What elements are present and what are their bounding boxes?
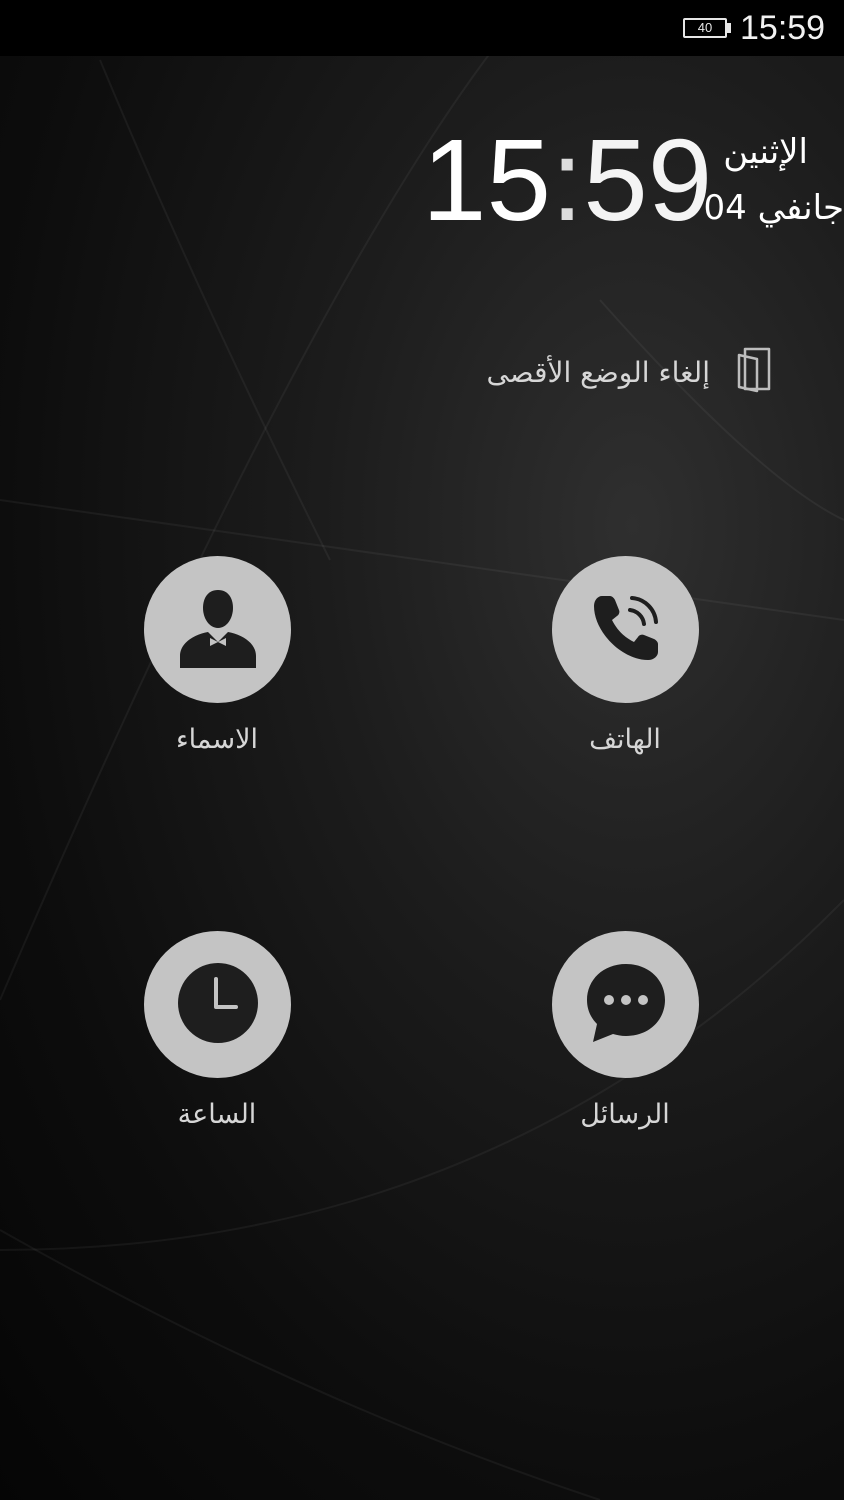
- app-phone[interactable]: الهاتف: [515, 556, 735, 776]
- app-contacts[interactable]: الاسماء: [107, 556, 327, 776]
- clock-hours: 15: [422, 115, 552, 245]
- app-clock[interactable]: الساعة: [107, 931, 327, 1151]
- contacts-button[interactable]: [144, 556, 291, 703]
- clock-separator: :: [551, 115, 584, 245]
- day-name: الإثنين: [723, 132, 808, 172]
- exit-ultra-mode-button[interactable]: إلغاء الوضع الأقصى: [486, 344, 772, 400]
- message-bubble-icon: [581, 958, 671, 1052]
- contact-person-icon: [176, 586, 260, 674]
- app-messages[interactable]: الرسائل: [515, 931, 735, 1151]
- app-label: الساعة: [177, 1099, 257, 1130]
- status-bar: 40 15:59: [0, 0, 844, 56]
- lock-screen: 40 15:59 15:59 الإثنين جانفي 04 إلغاء ال…: [0, 0, 844, 1500]
- lockscreen-clock: 15:59: [422, 120, 712, 240]
- date-day: 04: [703, 188, 747, 228]
- clock-icon: [176, 961, 260, 1049]
- battery-icon: 40: [683, 18, 727, 38]
- clock-minutes: 59: [583, 115, 713, 245]
- date-month: جانفي: [757, 188, 844, 228]
- door-exit-icon: [736, 347, 772, 397]
- status-time: 15:59: [740, 9, 826, 47]
- phone-button[interactable]: [552, 556, 699, 703]
- date: جانفي 04: [704, 186, 844, 230]
- clock-button[interactable]: [144, 931, 291, 1078]
- battery-tip: [727, 23, 731, 33]
- exit-ultra-mode-label: إلغاء الوضع الأقصى: [486, 355, 710, 389]
- phone-icon: [586, 588, 666, 672]
- messages-button[interactable]: [552, 931, 699, 1078]
- app-label: الهاتف: [589, 724, 661, 755]
- app-label: الرسائل: [580, 1099, 670, 1130]
- app-label: الاسماء: [175, 724, 259, 755]
- battery-level: 40: [697, 20, 713, 35]
